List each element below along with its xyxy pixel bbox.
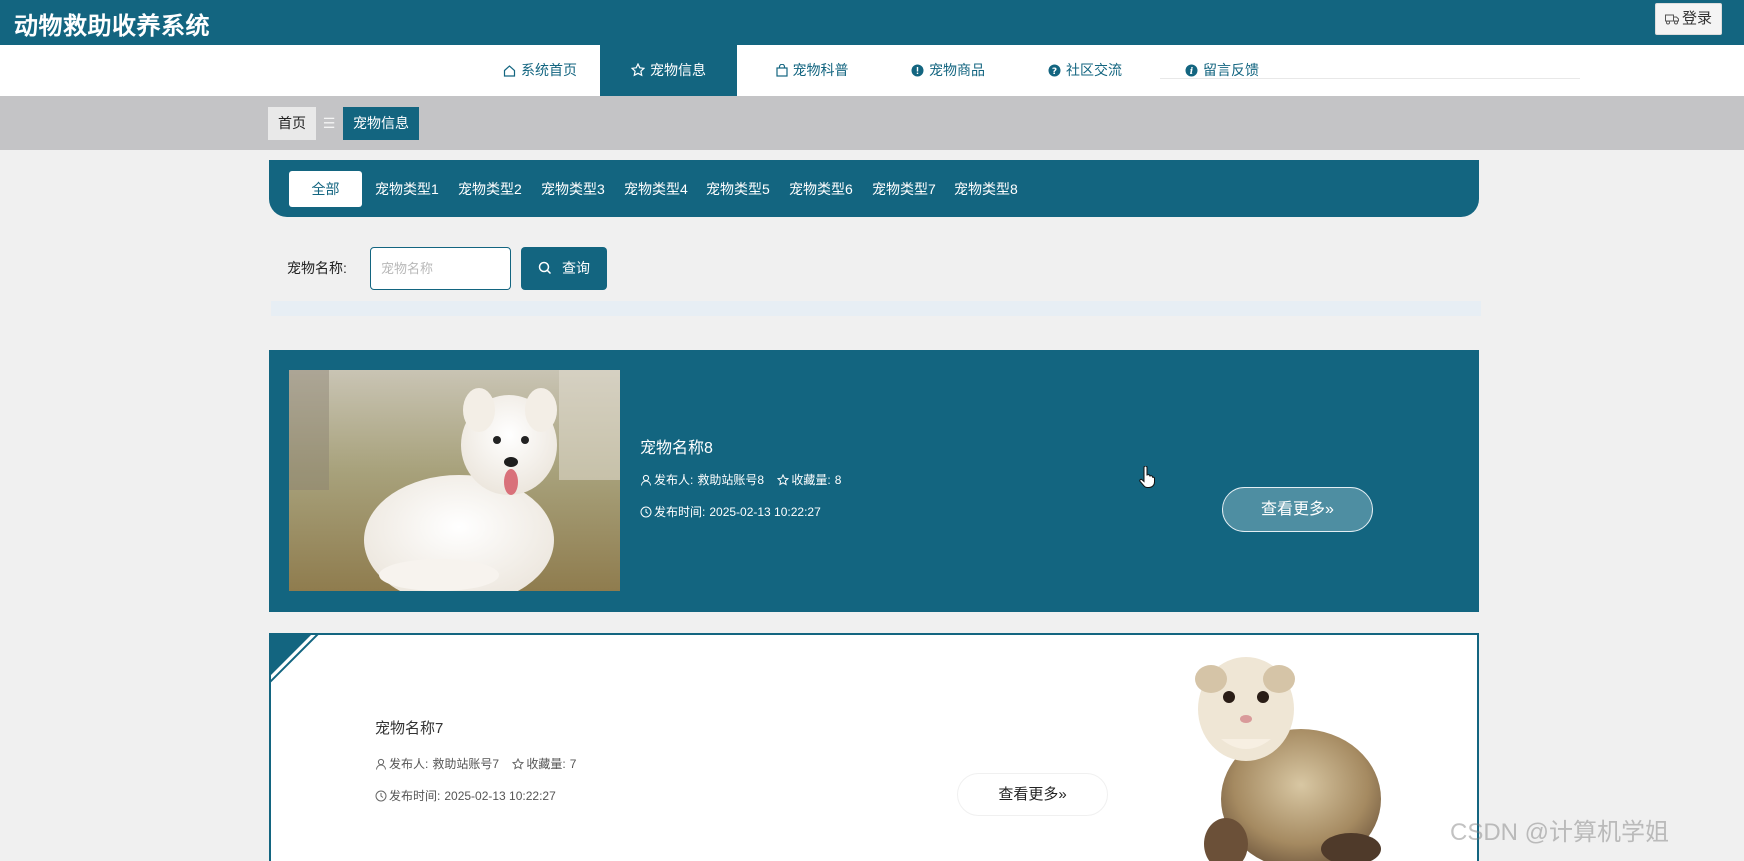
breadcrumb-home[interactable]: 首页 <box>268 107 316 140</box>
star-outline-icon <box>512 757 525 770</box>
type-tab-all[interactable]: 全部 <box>289 171 362 207</box>
type-tab-2[interactable]: 宠物类型2 <box>458 171 522 207</box>
view-more-button[interactable]: 查看更多» <box>1222 487 1373 532</box>
nav-label-feedback: 留言反馈 <box>1203 62 1259 78</box>
nav-divider <box>1160 78 1580 79</box>
pet-meta-time: 发布时间: 2025-02-13 10:22:27 <box>375 787 556 804</box>
type-tab-1[interactable]: 宠物类型1 <box>375 171 439 207</box>
star-outline-icon <box>777 473 790 486</box>
main-nav: 系统首页 宠物信息 宠物科普 宠物商品 ? 社区交流 i 留言反馈 <box>0 45 1744 96</box>
favorites-value: 7 <box>569 757 577 771</box>
nav-label-pet-info: 宠物信息 <box>650 62 706 78</box>
bag-icon <box>775 63 788 77</box>
nav-item-pet-science[interactable]: 宠物科普 <box>757 45 867 96</box>
pet-name[interactable]: 宠物名称7 <box>375 717 443 738</box>
pet-meta-time: 发布时间: 2025-02-13 10:22:27 <box>640 503 821 520</box>
star-icon <box>630 62 646 77</box>
login-button[interactable]: 登录 <box>1655 3 1722 35</box>
nav-label-pet-science: 宠物科普 <box>792 62 849 78</box>
mouse-cursor-icon <box>1139 466 1155 488</box>
clock-icon <box>375 790 387 802</box>
svg-text:i: i <box>1190 67 1194 77</box>
breadcrumb: 首页 ☰ 宠物信息 <box>0 96 1744 150</box>
nav-label-home: 系统首页 <box>521 62 577 78</box>
type-tab-7[interactable]: 宠物类型7 <box>872 171 936 207</box>
truck-icon <box>1664 14 1679 25</box>
user-icon <box>376 758 386 770</box>
type-tab-8[interactable]: 宠物类型8 <box>954 171 1018 207</box>
favorites-label: 收藏量: <box>526 757 566 771</box>
search-label: 宠物名称: <box>287 260 347 276</box>
pet-photo-ferret[interactable] <box>1151 649 1391 861</box>
login-label: 登录 <box>1681 10 1712 27</box>
view-more-button[interactable]: 查看更多» <box>957 773 1108 816</box>
pet-photo-dog[interactable] <box>289 370 620 591</box>
publisher-value: 救助站账号7 <box>432 757 500 771</box>
type-tab-5[interactable]: 宠物类型5 <box>706 171 770 207</box>
user-icon <box>641 474 651 486</box>
nav-item-pet-goods[interactable]: 宠物商品 <box>893 45 1003 96</box>
nav-label-community: 社区交流 <box>1066 62 1122 78</box>
time-label: 发布时间: <box>654 505 706 519</box>
svg-text:?: ? <box>1052 67 1057 77</box>
nav-item-pet-info[interactable]: 宠物信息 <box>600 45 737 96</box>
breadcrumb-separator: ☰ <box>322 115 336 131</box>
search-button-label: 查询 <box>562 260 590 276</box>
favorites-label: 收藏量: <box>791 473 831 487</box>
info-circle-icon: i <box>1185 64 1198 77</box>
pet-card: 宠物名称8 发布人: 救助站账号8 收藏量: 8 发布时间: 2025-02-13 1… <box>269 350 1479 612</box>
type-tab-3[interactable]: 宠物类型3 <box>541 171 605 207</box>
nav-label-pet-goods: 宠物商品 <box>929 62 985 78</box>
nav-item-feedback[interactable]: i 留言反馈 <box>1167 45 1277 96</box>
breadcrumb-current: 宠物信息 <box>343 107 419 140</box>
time-value: 2025-02-13 10:22:27 <box>444 789 556 803</box>
type-filter-bar: 全部 宠物类型1 宠物类型2 宠物类型3 宠物类型4 宠物类型5 宠物类型6 宠… <box>269 160 1479 217</box>
pet-meta-publisher: 发布人: 救助站账号7 收藏量: 7 <box>375 755 576 772</box>
clock-icon <box>640 506 652 518</box>
exclamation-circle-icon <box>911 64 924 77</box>
favorites-value: 8 <box>834 473 842 487</box>
search-divider <box>271 301 1481 316</box>
pet-name[interactable]: 宠物名称8 <box>640 434 713 458</box>
search-button[interactable]: 查询 <box>521 247 607 290</box>
time-label: 发布时间: <box>389 789 441 803</box>
nav-item-community[interactable]: ? 社区交流 <box>1030 45 1140 96</box>
nav-item-home[interactable]: 系统首页 <box>480 45 600 96</box>
pet-meta-publisher: 发布人: 救助站账号8 收藏量: 8 <box>640 471 841 488</box>
top-header: 动物救助收养系统 登录 <box>0 0 1744 45</box>
question-circle-icon: ? <box>1048 64 1061 77</box>
site-title: 动物救助收养系统 <box>14 13 210 40</box>
publisher-label: 发布人: <box>654 473 694 487</box>
card-corner-decoration <box>271 635 319 683</box>
home-icon <box>503 65 516 77</box>
publisher-value: 救助站账号8 <box>697 473 765 487</box>
search-icon <box>538 261 552 275</box>
type-tab-6[interactable]: 宠物类型6 <box>789 171 853 207</box>
pet-name-search-input[interactable] <box>370 247 511 290</box>
watermark: CSDN @计算机学姐 <box>1450 819 1670 846</box>
pet-card: 宠物名称7 发布人: 救助站账号7 收藏量: 7 发布时间: 2025-02-13 1… <box>269 633 1479 861</box>
type-tab-4[interactable]: 宠物类型4 <box>624 171 688 207</box>
time-value: 2025-02-13 10:22:27 <box>709 505 821 519</box>
publisher-label: 发布人: <box>389 757 429 771</box>
